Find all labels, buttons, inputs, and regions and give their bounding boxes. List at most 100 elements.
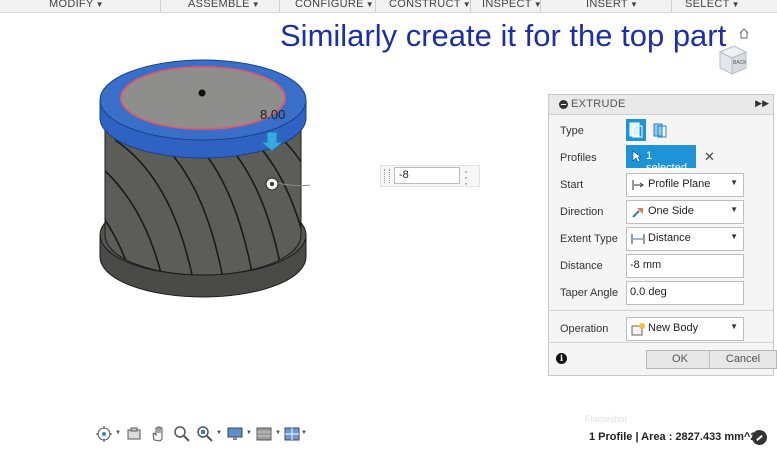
thin-extrude-icon [653,123,667,138]
chevron-down-icon: ▼ [251,0,260,9]
chevron-down-icon: ▼ [731,0,740,9]
menu-separator [160,0,161,12]
menu-separator [279,0,280,12]
expand-icon[interactable]: ▶▶ [755,98,769,109]
distance-label: Distance [560,260,603,272]
start-dropdown[interactable]: Profile Plane ▼ [626,173,744,197]
new-body-icon [631,323,645,336]
look-at-icon[interactable] [125,425,143,443]
chevron-down-icon: ▼ [730,322,738,331]
ok-button[interactable]: OK [646,350,714,369]
operation-value: New Body [648,322,699,334]
chevron-down-icon: ▼ [730,178,738,187]
extrude-dialog: EXTRUDE ▶▶ Type Profiles 1 selected ✕ St… [548,94,777,376]
menu-separator [540,0,541,12]
panel-divider [549,342,773,343]
chevron-down-icon: ▼ [730,232,738,241]
type-solid-button[interactable] [626,119,646,141]
more-options-icon[interactable]: · · · [464,165,468,189]
menu-construct[interactable]: CONSTRUCT ▼ [389,0,471,10]
viewcube-face-label: BACK [733,60,747,66]
profiles-value: 1 selected [646,150,687,174]
profile-plane-icon [632,180,644,190]
menu-bar: MODIFY ▼ ASSEMBLE ▼ CONFIGURE ▼ CONSTRUCT ▼ … [0,0,777,13]
menu-separator [470,0,471,12]
operation-label: Operation [560,323,609,335]
cursor-icon [632,150,642,163]
menu-assemble-label: ASSEMBLE [188,0,250,10]
direction-value: One Side [648,205,694,217]
one-side-icon [632,208,643,218]
extent-type-dropdown[interactable]: Distance ▼ [626,227,744,251]
menu-inspect[interactable]: INSPECT ▼ [482,0,542,10]
cancel-button[interactable]: Cancel [709,350,777,369]
floating-distance-field[interactable]: -8 [394,167,460,184]
status-text: 1 Profile | Area : 2827.433 mm^2 [589,431,757,443]
distance-value: -8 mm [630,259,662,271]
chevron-down-icon: ▼ [629,0,639,9]
display-settings-icon[interactable] [226,425,244,443]
manipulator-dot [270,182,274,186]
start-label: Start [560,179,584,191]
type-label: Type [560,125,584,137]
chevron-down-icon: ▼ [730,205,738,214]
extrude-header[interactable]: EXTRUDE ▶▶ [549,95,773,115]
solid-extrude-icon [629,122,643,138]
menu-modify-label: MODIFY [49,0,94,10]
extrude-title: EXTRUDE [571,98,626,110]
panel-divider [549,310,773,311]
clear-selection-icon[interactable]: ✕ [704,149,715,165]
taper-angle-label: Taper Angle [560,287,619,299]
dimension-label: 8.00 [260,107,286,122]
info-icon[interactable]: i [556,353,567,364]
menu-inspect-label: INSPECT [482,0,532,10]
viewcube[interactable]: BACK [716,42,750,76]
collapse-icon[interactable] [559,100,568,109]
spool-model[interactable] [95,20,310,305]
menu-modify[interactable]: MODIFY ▼ [49,0,104,10]
chevron-down-icon[interactable]: ▼ [115,430,121,436]
menu-configure-label: CONFIGURE [295,0,364,10]
menu-insert[interactable]: INSERT ▼ [586,0,638,10]
zoom-icon[interactable] [173,425,191,443]
chevron-down-icon[interactable]: ▼ [246,430,252,436]
menu-select-label: SELECT [685,0,730,10]
chevron-down-icon: ▼ [365,0,374,9]
floating-distance-input: -8 · · · [380,165,480,189]
direction-label: Direction [560,206,604,218]
menu-insert-label: INSERT [586,0,628,10]
operation-dropdown[interactable]: New Body ▼ [626,317,744,341]
tutorial-caption: Similarly create it for the top part [280,18,727,53]
distance-input[interactable]: -8 mm [626,254,744,278]
profiles-label: Profiles [560,152,597,164]
chevron-down-icon[interactable]: ▼ [301,430,307,436]
taper-angle-input[interactable]: 0.0 deg [626,281,744,305]
menu-configure[interactable]: CONFIGURE ▼ [295,0,374,10]
pan-hand-icon[interactable] [149,425,167,443]
type-thin-button[interactable] [650,119,670,141]
center-hole [198,89,206,97]
extent-type-value: Distance [648,232,691,244]
orbit-icon[interactable] [95,425,113,443]
grid-settings-icon[interactable] [255,425,273,443]
direction-dropdown[interactable]: One Side ▼ [626,200,744,224]
menu-construct-label: CONSTRUCT [389,0,461,10]
home-icon[interactable] [739,26,749,39]
menu-select[interactable]: SELECT ▼ [685,0,740,10]
chevron-down-icon[interactable]: ▼ [275,430,281,436]
start-value: Profile Plane [648,178,711,190]
profiles-select-button[interactable]: 1 selected [626,145,696,174]
chevron-down-icon: ▼ [95,0,104,9]
menu-separator [671,0,672,12]
menu-assemble[interactable]: ASSEMBLE ▼ [188,0,260,10]
taper-angle-value: 0.0 deg [630,286,667,298]
distance-icon [631,234,645,244]
chevron-down-icon[interactable]: ▼ [216,430,222,436]
comment-icon[interactable] [752,430,767,445]
viewports-icon[interactable] [283,425,301,443]
menu-separator [375,0,376,12]
extent-type-label: Extent Type [560,233,618,245]
drag-grip-icon[interactable] [384,169,390,183]
fit-icon[interactable] [196,425,214,443]
watermark-text: Flameshot [585,414,628,424]
